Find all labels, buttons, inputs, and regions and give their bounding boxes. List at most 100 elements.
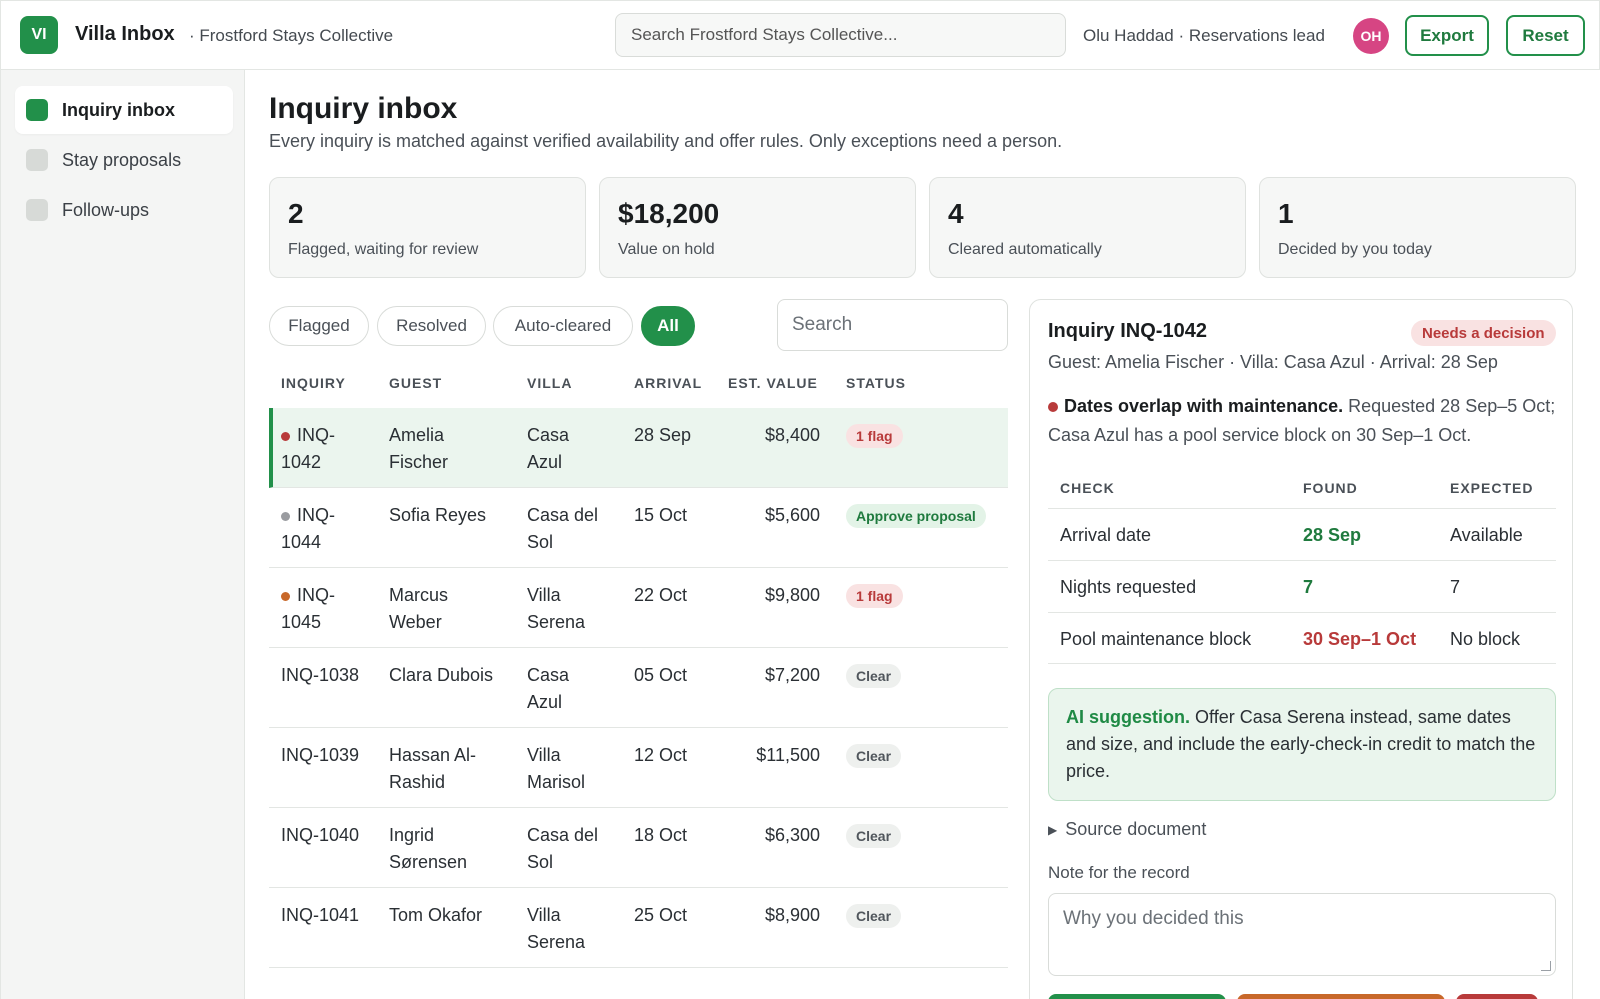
reset-button[interactable]: Reset	[1506, 15, 1585, 56]
table-row[interactable]: INQ- 1044 Sofia Reyes Casa del Sol 15 Oct $5,6…	[269, 488, 1008, 568]
cell-text: Rashid	[389, 772, 446, 792]
table-row[interactable]: INQ- 1045 Marcus Weber Villa Serena 22 Oct $9,8…	[269, 568, 1008, 648]
cell-text: Hassan Al-	[389, 745, 477, 765]
stat-value: $18,200	[618, 198, 720, 229]
stat-label: Decided by you today	[1278, 241, 1432, 258]
guest-cell: Ingrid Sørensen	[389, 822, 467, 876]
detail-title: Inquiry INQ-1042	[1048, 320, 1207, 342]
value-cell: $7,200	[722, 662, 820, 689]
status-dot-icon	[281, 511, 290, 521]
cell-text: Azul	[527, 452, 563, 472]
guest-cell: Clara Dubois	[389, 662, 493, 689]
stat-card-flagged: 2 Flagged, waiting for review	[269, 177, 586, 278]
sidebar-item-inquiry-inbox[interactable]: Inquiry inbox	[15, 86, 233, 134]
cell-text: Villa	[527, 745, 561, 765]
guest-cell: Tom Okafor	[389, 902, 482, 929]
alternative-action-button[interactable]	[1237, 994, 1445, 999]
status-badge: Clear	[846, 824, 902, 848]
org-name: · Frostford Stays Collective	[189, 26, 394, 45]
cell-text: 1045	[281, 612, 322, 632]
inquiry-id-cell: INQ-1040	[281, 822, 359, 849]
column-header-guest[interactable]: GUEST	[389, 375, 442, 391]
cell-text: $9,800	[764, 585, 820, 605]
check-found: 30 Sep–1 Oct	[1303, 629, 1417, 649]
sidebar-item-stay-proposals[interactable]: Stay proposals	[15, 136, 233, 184]
resize-handle-icon[interactable]	[1541, 961, 1551, 971]
check-name: Nights requested	[1060, 577, 1197, 597]
table-row[interactable]: INQ-1040 Ingrid Sørensen Casa del Sol 18 Oct $…	[269, 808, 1008, 888]
status-dot-icon	[281, 591, 290, 601]
value-cell: $8,900	[722, 902, 820, 929]
inquiry-id-cell: INQ-1038	[281, 662, 359, 689]
sidebar-item-label: Follow-ups	[62, 199, 150, 220]
filter-auto-cleared[interactable]: Auto-cleared	[493, 306, 633, 346]
issue-summary: Dates overlap with maintenance. Requeste…	[1048, 392, 1558, 450]
status-badge: Clear	[846, 744, 902, 768]
table-row[interactable]: INQ-1039 Hassan Al- Rashid Villa Marisol 12 O…	[269, 728, 1008, 808]
cell-text: Casa del	[527, 825, 599, 845]
cell-text: Amelia	[389, 425, 445, 445]
filter-all[interactable]: All	[641, 306, 695, 346]
inquiry-id-cell: INQ- 1044	[281, 502, 335, 556]
detail-meta: Guest: Amelia Fischer · Villa: Casa Azul…	[1048, 352, 1498, 372]
guest-cell: Hassan Al- Rashid	[389, 742, 476, 796]
cell-text: Azul	[527, 692, 563, 712]
sidebar-item-label: Inquiry inbox	[62, 99, 176, 120]
cell-text: Casa	[527, 665, 570, 685]
villa-cell: Casa del Sol	[527, 822, 598, 876]
cell-text: 12 Oct	[634, 745, 688, 765]
ai-suggestion: AI suggestion. Offer Casa Serena instead…	[1048, 688, 1556, 801]
stat-card-decided: 1 Decided by you today	[1259, 177, 1576, 278]
note-textarea[interactable]: Why you decided this	[1048, 893, 1556, 976]
column-header-inquiry[interactable]: INQUIRY	[281, 375, 346, 391]
column-header-status[interactable]: STATUS	[846, 375, 906, 391]
cell-text: Fischer	[389, 452, 449, 472]
filter-resolved[interactable]: Resolved	[377, 306, 486, 346]
cell-text: INQ-1041	[281, 905, 360, 925]
guest-cell: Marcus Weber	[389, 582, 448, 636]
cell-text: Sol	[527, 532, 554, 552]
cell-text: 1042	[281, 452, 322, 472]
app-logo: VI	[20, 16, 58, 54]
sidebar: Inquiry inbox Stay proposals Follow-ups	[0, 70, 245, 999]
check-expected: 7	[1450, 577, 1461, 597]
value-cell: $6,300	[722, 822, 820, 849]
column-header-villa[interactable]: VILLA	[527, 375, 572, 391]
export-button[interactable]: Export	[1405, 15, 1489, 56]
note-placeholder: Why you decided this	[1063, 908, 1244, 929]
value-cell: $8,400	[722, 422, 820, 449]
sidebar-item-follow-ups[interactable]: Follow-ups	[15, 186, 233, 234]
global-search-input[interactable]: Search Frostford Stays Collective...	[615, 13, 1066, 57]
cell-text: 25 Oct	[634, 905, 688, 925]
table-row[interactable]: INQ-1041 Tom Okafor Villa Serena 25 Oct $8,90…	[269, 888, 1008, 968]
cell-text: 18 Oct	[634, 825, 688, 845]
filter-flagged[interactable]: Flagged	[269, 306, 369, 346]
cell-text: Sørensen	[389, 852, 468, 872]
stat-value: 4	[948, 198, 964, 229]
check-name: Arrival date	[1060, 525, 1152, 545]
triangle-right-icon: ▶	[1048, 823, 1058, 838]
inquiry-id-cell: INQ- 1042	[281, 422, 335, 476]
status-badge: Clear	[846, 904, 902, 928]
status-badge[interactable]: Approve proposal	[846, 504, 986, 528]
villa-cell: Casa Azul	[527, 422, 569, 476]
arrival-cell: 05 Oct	[634, 662, 687, 689]
stat-card-cleared: 4 Cleared automatically	[929, 177, 1246, 278]
source-document-toggle[interactable]: ▶ Source document	[1048, 819, 1206, 840]
cell-text: $6,300	[764, 825, 820, 845]
check-name: Pool maintenance block	[1060, 629, 1252, 649]
villa-cell: Casa Azul	[527, 662, 569, 716]
cell-text: 28 Sep	[634, 425, 692, 445]
table-search-input[interactable]: Search	[777, 299, 1008, 351]
user-name: Olu Haddad · Reservations lead	[1083, 26, 1325, 45]
table-row[interactable]: INQ-1038 Clara Dubois Casa Azul 05 Oct $7,200…	[269, 648, 1008, 728]
arrival-cell: 15 Oct	[634, 502, 687, 529]
status-dot-icon	[281, 431, 290, 441]
table-row[interactable]: INQ- 1042 Amelia Fischer Casa Azul 28 Sep $8,40…	[269, 408, 1008, 488]
column-header-arrival[interactable]: ARRIVAL	[634, 375, 702, 391]
decline-action-button[interactable]	[1456, 994, 1538, 999]
avatar[interactable]: OH	[1353, 18, 1389, 54]
column-header-est-value[interactable]: EST. VALUE	[728, 375, 818, 391]
approve-action-button[interactable]	[1048, 994, 1226, 999]
cell-text: INQ-	[297, 425, 335, 445]
